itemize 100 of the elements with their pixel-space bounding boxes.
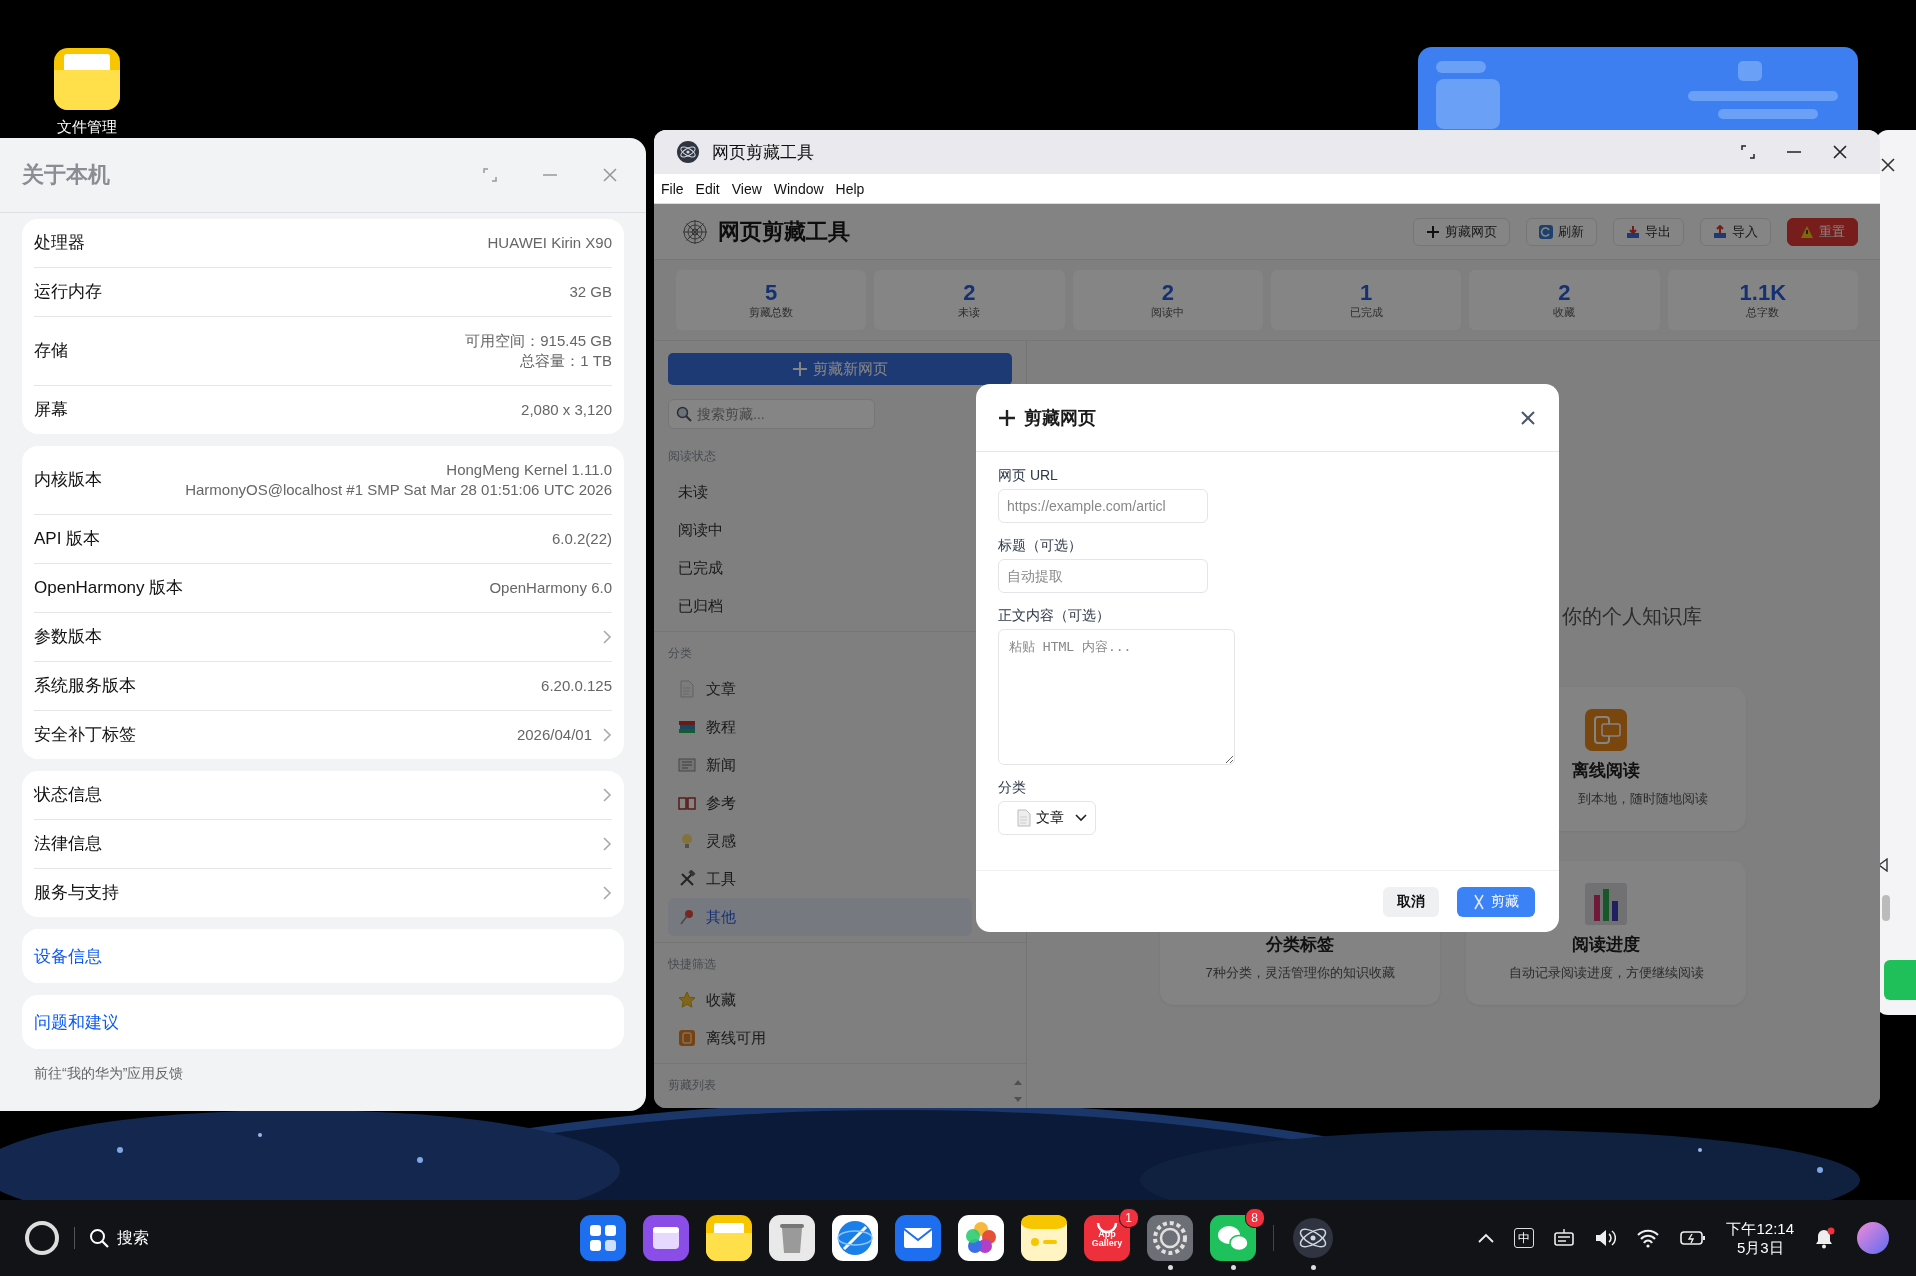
app-title: 网页剪藏工具 xyxy=(718,217,851,246)
row-value: 2,080 x 3,120 xyxy=(521,400,612,420)
menu-item[interactable]: File xyxy=(661,180,684,197)
sidebar-item[interactable]: 离线可用 xyxy=(668,1019,972,1057)
search-button[interactable]: 搜索 xyxy=(89,1227,149,1249)
sidebar-item[interactable]: 未读 xyxy=(668,473,972,511)
feature-description: 到本地，随时随地阅读 xyxy=(1578,790,1709,808)
window-title: 关于本机 xyxy=(22,161,111,189)
sidebar-item[interactable]: 灵感 xyxy=(668,822,972,860)
link[interactable]: 设备信息 xyxy=(34,944,102,968)
toolbar-button[interactable]: 刷新 xyxy=(1526,217,1597,246)
toolbar-button[interactable]: 导入 xyxy=(1700,217,1771,246)
chat-bubbles-icon xyxy=(1210,1215,1256,1261)
row-label: 安全补丁标签 xyxy=(34,725,137,745)
close-icon[interactable] xyxy=(1881,158,1895,172)
avatar-icon[interactable] xyxy=(1856,1221,1890,1255)
clip-button[interactable]: 剪藏 xyxy=(1457,886,1535,917)
battery-icon[interactable] xyxy=(1680,1230,1707,1246)
atom-icon xyxy=(1290,1215,1336,1261)
caret-icon xyxy=(1075,814,1087,822)
row-value: HongMeng Kernel 1.11.0 xyxy=(446,460,612,480)
expand-icon[interactable] xyxy=(1740,144,1756,160)
footer-note: 前往“我的华为”应用反馈 xyxy=(33,1064,185,1083)
input-method-indicator[interactable]: 中 xyxy=(1514,1228,1535,1248)
open-book-icon xyxy=(678,794,696,812)
tools-icon xyxy=(678,870,696,888)
row-label: 服务与支持 xyxy=(34,883,120,903)
field-label: 分类 xyxy=(998,778,1027,797)
notification-badge: 8 xyxy=(1244,1208,1265,1228)
sidebar-item[interactable]: 新闻 xyxy=(668,746,972,784)
feature-title: 分类标签 xyxy=(1266,934,1334,956)
plus-icon xyxy=(792,362,807,376)
row-value: HUAWEI Kirin X90 xyxy=(487,233,612,253)
stat-value: 1 xyxy=(1360,280,1373,305)
store-icon xyxy=(1084,1215,1130,1261)
newspaper-icon xyxy=(678,756,696,774)
button-edge xyxy=(1884,960,1916,1000)
app-grid-icon xyxy=(580,1215,626,1261)
stat-label: 阅读中 xyxy=(1151,304,1185,320)
stat-value: 2 xyxy=(1558,280,1571,305)
menu-item[interactable]: Edit xyxy=(695,180,720,197)
stat-label: 未读 xyxy=(958,304,981,320)
close-icon[interactable] xyxy=(1832,144,1848,160)
toolbar-button[interactable]: 导出 xyxy=(1613,217,1684,246)
menu-item[interactable]: Window xyxy=(773,180,824,197)
flower-icon xyxy=(958,1215,1004,1261)
sidebar-item[interactable]: 收藏 xyxy=(668,981,972,1019)
dialog-title: 剪藏网页 xyxy=(1024,406,1097,430)
wifi-icon[interactable] xyxy=(1636,1228,1661,1248)
menu-item[interactable]: Help xyxy=(835,180,865,197)
category-select[interactable]: 文章 xyxy=(998,801,1096,835)
app-label[interactable]: 文件管理 xyxy=(57,118,117,137)
menu-item[interactable]: View xyxy=(731,180,762,197)
bell-icon[interactable] xyxy=(1814,1227,1836,1249)
stat-label: 剪藏总数 xyxy=(749,304,794,320)
date-text: 5月3日 xyxy=(1736,1238,1784,1257)
sidebar-item[interactable]: 已归档 xyxy=(668,587,972,625)
close-icon[interactable] xyxy=(1521,410,1535,425)
feature-title: 阅读进度 xyxy=(1572,934,1640,956)
triangle-icon xyxy=(1878,858,1888,872)
scrollbar-thumb xyxy=(1882,895,1890,921)
offline-reading-icon xyxy=(1585,709,1627,751)
link[interactable]: 问题和建议 xyxy=(34,1010,119,1034)
toolbar-button[interactable]: 重置 xyxy=(1787,217,1858,246)
sidebar-item[interactable]: 教程 xyxy=(668,708,972,746)
text-area[interactable]: 粘贴 HTML 内容... xyxy=(998,629,1235,765)
row-value: 6.0.2(22) xyxy=(551,529,612,549)
sidebar-item[interactable]: 工具 xyxy=(668,860,972,898)
sidebar-item[interactable]: 文章 xyxy=(668,670,972,708)
cancel-button[interactable]: 取消 xyxy=(1383,886,1439,917)
row-label: OpenHarmony 版本 xyxy=(34,578,185,598)
new-clip-button[interactable]: 剪藏新网页 xyxy=(668,353,1012,385)
sidebar-item[interactable]: 阅读中 xyxy=(668,511,972,549)
start-button-icon[interactable] xyxy=(24,1220,60,1256)
search-icon xyxy=(676,406,692,422)
clock[interactable]: 下午12:14 5月3日 xyxy=(1726,1219,1794,1257)
toolbar-button[interactable]: 剪藏网页 xyxy=(1413,217,1510,246)
row-value: 32 GB xyxy=(569,282,612,302)
search-field[interactable]: 搜索剪藏... xyxy=(668,399,875,429)
stat-value: 1.1K xyxy=(1739,280,1787,305)
field-label: 网页 URL xyxy=(998,466,1059,485)
spider-web-icon xyxy=(682,218,708,245)
sidebar-item[interactable]: 其他 xyxy=(668,898,972,936)
refresh-icon xyxy=(1539,224,1553,239)
row-label: 参数版本 xyxy=(34,627,103,647)
gear-icon xyxy=(1147,1215,1193,1261)
chevron-up-icon[interactable] xyxy=(1478,1233,1495,1243)
stat-value: 2 xyxy=(963,280,976,305)
input-field[interactable]: https://example.com/articl xyxy=(998,489,1208,523)
globe-icon xyxy=(832,1215,878,1261)
volume-icon[interactable] xyxy=(1594,1228,1617,1248)
sidebar-item[interactable]: 已完成 xyxy=(668,549,972,587)
keyboard-icon[interactable] xyxy=(1554,1228,1575,1248)
input-field[interactable]: 自动提取 xyxy=(998,559,1208,593)
offline-icon xyxy=(678,1029,696,1047)
bar-chart-icon xyxy=(1585,883,1627,925)
sidebar-item[interactable]: 参考 xyxy=(668,784,972,822)
folder-app-icon xyxy=(706,1215,752,1261)
books-icon xyxy=(678,718,696,736)
plus-icon xyxy=(998,408,1016,427)
